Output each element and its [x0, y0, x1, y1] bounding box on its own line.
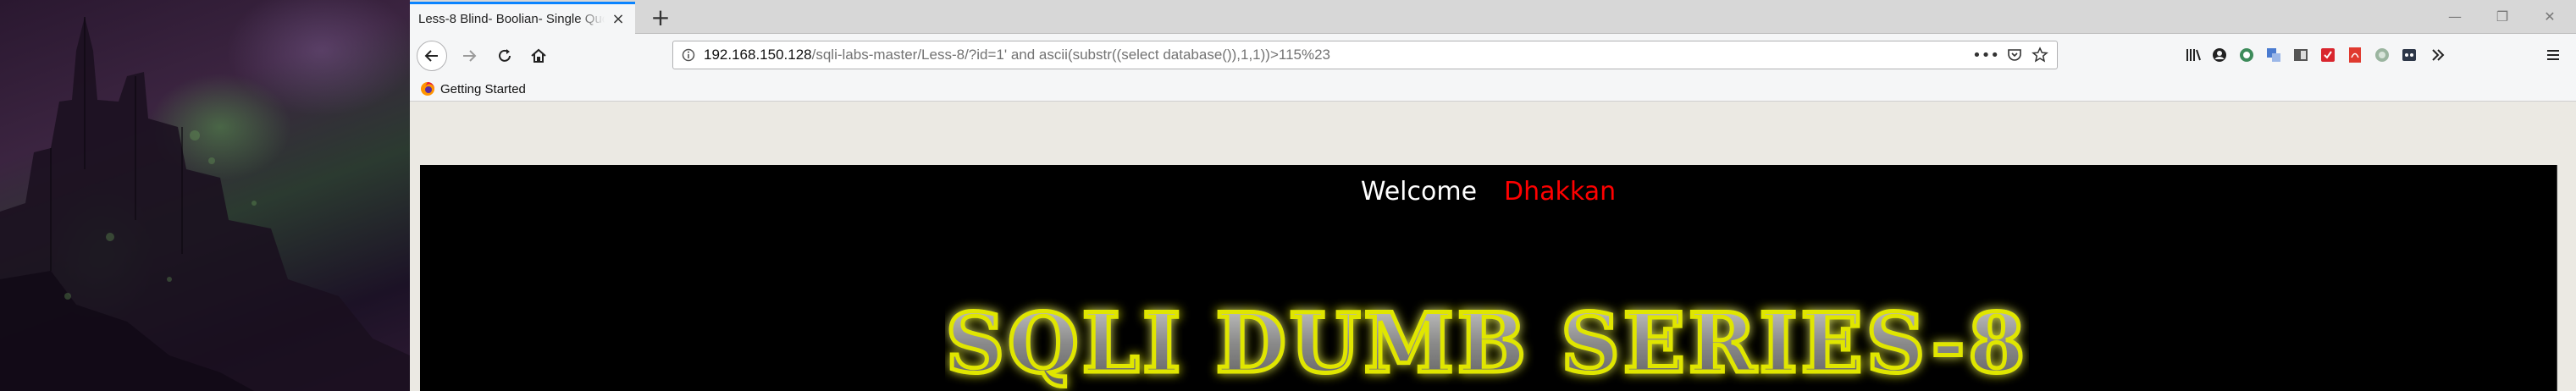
pocket-icon[interactable]: [2003, 45, 2026, 65]
extension-reader-icon[interactable]: [2291, 46, 2310, 64]
welcome-line: Welcome Dhakkan: [420, 177, 2557, 207]
bookmarks-toolbar: Getting Started: [410, 76, 2576, 102]
tab-active[interactable]: Less-8 Blind- Boolian- Single Quotes- St…: [410, 2, 635, 34]
extension-dark-icon[interactable]: [2400, 46, 2418, 64]
overflow-icon[interactable]: [2429, 46, 2447, 64]
page-actions-icon[interactable]: •••: [1972, 45, 1999, 65]
library-icon[interactable]: [2185, 46, 2203, 64]
series-title-banner: SQLI DUMB SERIES-8: [945, 294, 2028, 391]
browser-window: Less-8 Blind- Boolian- Single Quotes- St…: [410, 0, 2576, 391]
forward-icon: [463, 50, 477, 62]
banner-text: SQLI DUMB SERIES-8: [946, 295, 2028, 391]
menu-icon[interactable]: [2544, 46, 2562, 64]
account-icon[interactable]: [2210, 46, 2229, 64]
reload-button[interactable]: [489, 41, 520, 71]
bookmark-label: Getting Started: [440, 81, 526, 96]
desktop-wallpaper: [0, 0, 410, 391]
welcome-name: Dhakkan: [1504, 177, 1617, 207]
new-tab-button[interactable]: +: [647, 3, 674, 31]
castle-artwork: [0, 17, 410, 391]
url-text[interactable]: 192.168.150.128/sqli-labs-master/Less-8/…: [704, 47, 1330, 63]
close-window-button[interactable]: ✕: [2529, 3, 2571, 29]
extension-pdf-icon[interactable]: [2346, 46, 2364, 64]
url-path: /sqli-labs-master/Less-8/?id=1' and asci…: [811, 47, 1330, 63]
url-bar[interactable]: 192.168.150.128/sqli-labs-master/Less-8/…: [672, 41, 2058, 69]
extension-translate-icon[interactable]: [2264, 46, 2283, 64]
tab-strip: Less-8 Blind- Boolian- Single Quotes- St…: [410, 0, 2576, 34]
firefox-icon: [421, 82, 434, 96]
extension-green-icon[interactable]: [2237, 46, 2256, 64]
bookmark-getting-started[interactable]: Getting Started: [420, 80, 526, 98]
page-viewport: Welcome Dhakkan SQLI DUMB SERIES-8: [410, 102, 2576, 391]
extension-red-icon[interactable]: [2319, 46, 2337, 64]
tab-close-icon[interactable]: ×: [610, 10, 627, 28]
back-icon: [424, 50, 438, 62]
url-host: 192.168.150.128: [704, 47, 812, 63]
restore-button[interactable]: ❐: [2481, 3, 2523, 29]
welcome-label: Welcome: [1360, 177, 1478, 207]
home-button[interactable]: [523, 41, 554, 71]
site-info-icon[interactable]: [673, 41, 704, 69]
minimize-button[interactable]: —: [2434, 3, 2476, 29]
bookmark-star-icon[interactable]: [2028, 45, 2052, 65]
page-content: Welcome Dhakkan SQLI DUMB SERIES-8: [420, 165, 2557, 391]
forward-button[interactable]: [454, 41, 484, 71]
navigation-toolbar: 192.168.150.128/sqli-labs-master/Less-8/…: [410, 34, 2576, 76]
reload-icon: [499, 49, 511, 62]
tab-title: Less-8 Blind- Boolian- Single Quotes- St…: [418, 12, 605, 26]
back-button[interactable]: [417, 41, 447, 71]
home-icon: [531, 48, 546, 63]
extension-circle-icon[interactable]: [2373, 46, 2391, 64]
